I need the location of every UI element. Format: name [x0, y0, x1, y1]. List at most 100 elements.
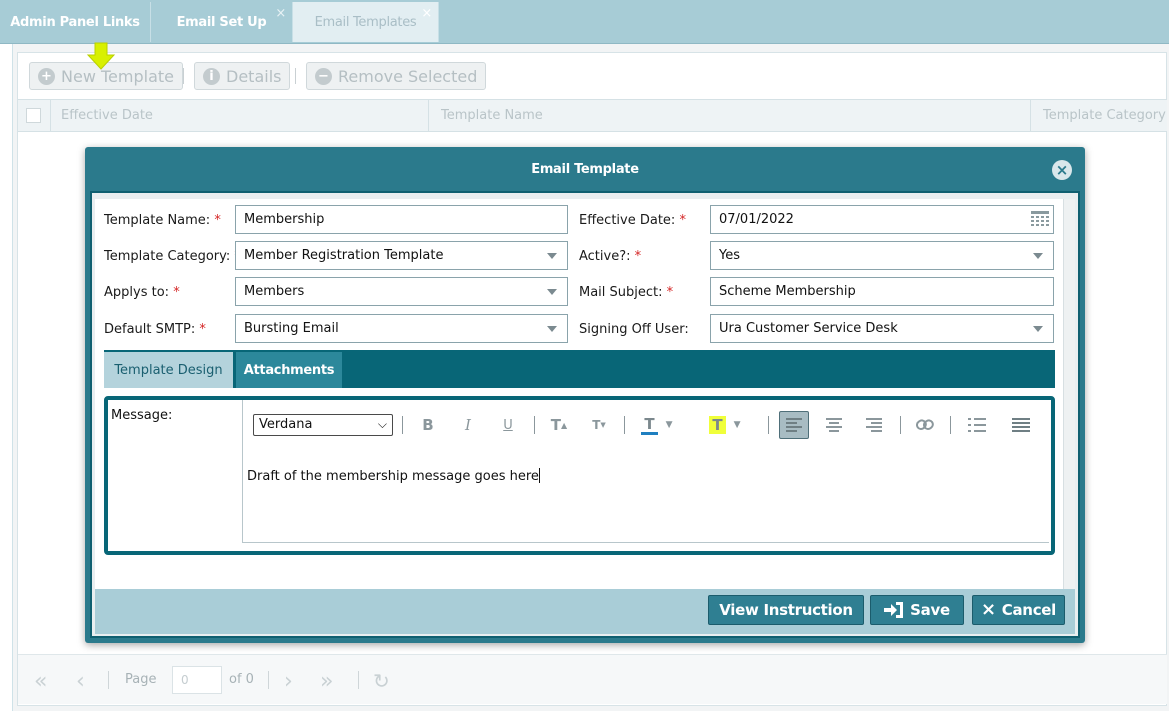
template-name-label: Template Name: *: [104, 213, 221, 228]
column-template-category[interactable]: Template Category: [1043, 108, 1166, 123]
highlight-color-icon[interactable]: T ▼: [703, 414, 747, 436]
align-center-icon[interactable]: [823, 414, 845, 436]
page-input[interactable]: 0: [172, 666, 222, 694]
align-right-icon[interactable]: [863, 414, 885, 436]
dialog-footer: View Instruction Save × Cancel: [95, 589, 1075, 634]
remove-selected-button[interactable]: − Remove Selected: [306, 62, 487, 90]
minus-icon: −: [315, 67, 332, 85]
toolbar-divider: [900, 416, 901, 434]
toolbar-divider: [183, 68, 184, 84]
text-caret: [538, 468, 540, 483]
view-instruction-button[interactable]: View Instruction: [708, 595, 864, 625]
effective-date-label: Effective Date: *: [579, 213, 686, 228]
tab-bar: Admin Panel Links Email Set Up × Email T…: [0, 0, 1169, 44]
next-page-icon[interactable]: ›: [284, 669, 293, 694]
remove-selected-label: Remove Selected: [338, 66, 478, 86]
chevron-down-icon: ⌵: [377, 417, 387, 431]
bold-icon[interactable]: B: [417, 414, 439, 436]
tab-email-templates[interactable]: Email Templates ×: [293, 2, 439, 42]
vertical-scrollbar[interactable]: [1063, 199, 1075, 589]
mail-subject-input[interactable]: Scheme Membership: [710, 277, 1054, 306]
close-icon: ×: [980, 599, 996, 620]
column-divider: [428, 100, 429, 132]
grid-header: Effective Date Template Name Template Ca…: [18, 99, 1167, 132]
first-page-icon[interactable]: «: [34, 669, 47, 694]
italic-icon[interactable]: I: [457, 414, 479, 436]
pager-divider: [358, 671, 359, 689]
new-template-label: New Template: [61, 66, 174, 86]
dialog-body: Template Name: * Membership Effective Da…: [90, 191, 1080, 638]
chevron-down-icon: [1033, 253, 1043, 259]
text-color-icon[interactable]: T ▼: [635, 414, 679, 436]
details-button[interactable]: i Details: [194, 62, 291, 90]
form-area: Template Name: * Membership Effective Da…: [95, 199, 1063, 589]
page-label: Page: [125, 672, 157, 687]
dialog-title: Email Template: [531, 161, 639, 177]
tab-label: Email Templates: [314, 14, 417, 30]
info-icon: i: [203, 67, 220, 85]
align-left-icon[interactable]: [779, 411, 809, 439]
chevron-down-icon: [1033, 326, 1043, 332]
mail-subject-label: Mail Subject: *: [579, 285, 674, 300]
tab-admin-panel-links[interactable]: Admin Panel Links: [0, 2, 151, 42]
email-template-dialog: Email Template × Template Name: * Member…: [85, 147, 1085, 643]
template-category-select[interactable]: Member Registration Template: [235, 241, 568, 270]
effective-date-input[interactable]: 07/01/2022: [710, 205, 1054, 234]
template-name-input[interactable]: Membership: [235, 205, 568, 234]
message-editor[interactable]: Verdana ⌵ B I U T ▲ T ▼ T ▼ T ▼ Draft of…: [242, 400, 1049, 543]
column-divider: [1030, 100, 1031, 132]
subscript-icon[interactable]: T ▼: [587, 414, 611, 436]
last-page-icon[interactable]: »: [320, 669, 333, 694]
toolbar-divider: [624, 416, 625, 434]
details-label: Details: [226, 66, 282, 86]
column-effective-date[interactable]: Effective Date: [61, 108, 153, 123]
save-button[interactable]: Save: [870, 595, 964, 625]
default-smtp-label: Default SMTP: *: [104, 322, 206, 337]
toolbar-divider: [402, 416, 403, 434]
column-divider: [50, 100, 51, 132]
tab-attachments[interactable]: Attachments: [236, 352, 342, 388]
default-smtp-select[interactable]: Bursting Email: [235, 314, 568, 343]
refresh-icon[interactable]: ↻: [373, 669, 390, 693]
pointer-arrow-icon: [86, 42, 116, 70]
justify-icon[interactable]: [1010, 414, 1032, 436]
cancel-button[interactable]: × Cancel: [972, 595, 1065, 625]
chevron-down-icon: [547, 326, 557, 332]
editor-content[interactable]: Draft of the membership message goes her…: [247, 468, 540, 484]
applys-to-select[interactable]: Members: [235, 277, 568, 306]
chevron-down-icon: [547, 253, 557, 259]
font-family-select[interactable]: Verdana ⌵: [253, 414, 393, 436]
close-icon[interactable]: ×: [1052, 160, 1072, 180]
tab-label: Admin Panel Links: [10, 14, 140, 30]
link-icon[interactable]: [913, 414, 937, 436]
sign-in-icon: [884, 602, 904, 618]
signing-off-user-select[interactable]: Ura Customer Service Desk: [710, 314, 1054, 343]
tab-label: Email Set Up: [176, 14, 267, 30]
message-label: Message:: [111, 408, 173, 423]
subtab-bar: Template Design Attachments: [104, 350, 1055, 388]
plus-icon: +: [38, 67, 55, 85]
active-select[interactable]: Yes: [710, 241, 1054, 270]
active-label: Active?: *: [579, 249, 642, 264]
calendar-icon[interactable]: [1031, 211, 1049, 227]
pager-divider: [268, 671, 269, 689]
applys-to-label: Applys to: *: [104, 285, 180, 300]
toolbar-divider: [534, 416, 535, 434]
pager: « ‹ Page 0 of 0 › » ↻: [18, 654, 1167, 704]
select-all-checkbox[interactable]: [26, 108, 41, 123]
close-icon[interactable]: ×: [275, 6, 286, 21]
signing-off-user-label: Signing Off User:: [579, 322, 689, 337]
superscript-icon[interactable]: T ▲: [546, 414, 572, 436]
close-icon[interactable]: ×: [421, 6, 432, 21]
page-count-label: of 0: [229, 672, 254, 687]
column-template-name[interactable]: Template Name: [441, 108, 543, 123]
template-category-label: Template Category: *: [104, 249, 241, 264]
underline-icon[interactable]: U: [497, 414, 519, 436]
toolbar-divider: [768, 416, 769, 434]
ordered-list-icon[interactable]: [966, 414, 988, 436]
template-design-panel: Message: Verdana ⌵ B I U T ▲ T ▼ T ▼ T ▼…: [104, 396, 1055, 555]
prev-page-icon[interactable]: ‹: [76, 669, 85, 694]
tab-email-set-up[interactable]: Email Set Up ×: [151, 2, 293, 42]
tab-template-design[interactable]: Template Design: [104, 352, 233, 388]
toolbar-divider: [295, 68, 296, 84]
